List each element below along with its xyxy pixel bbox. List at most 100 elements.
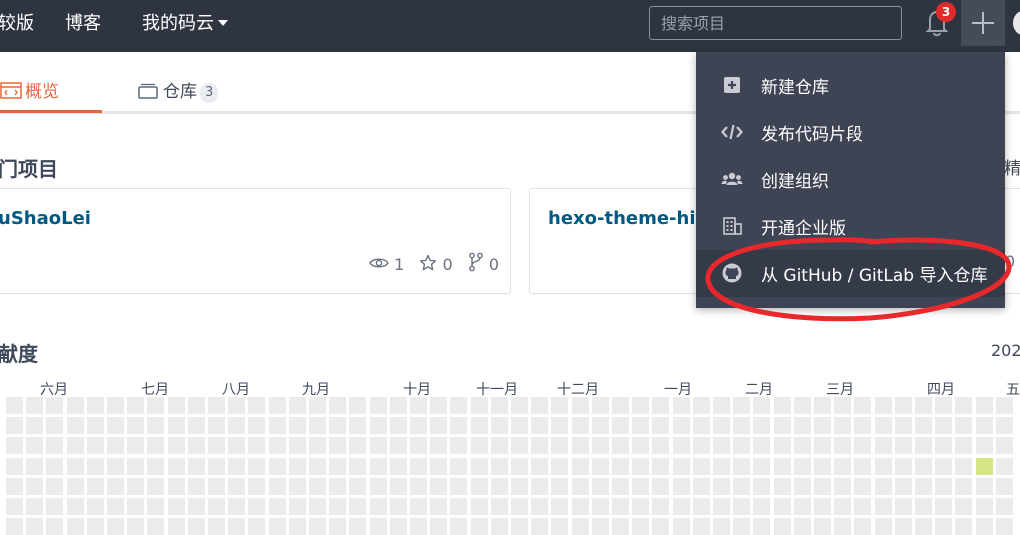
project-card-title[interactable]: hexo-theme-hiy (548, 208, 707, 229)
heatmap-cell (673, 437, 690, 454)
heatmap-cell (491, 478, 508, 495)
heatmap-cell (834, 397, 851, 414)
heatmap-cell (652, 498, 669, 515)
heatmap-cell (168, 518, 185, 535)
menu-item-label: 从 GitHub / GitLab 导入仓库 (761, 266, 988, 286)
search-input[interactable] (649, 6, 902, 40)
heatmap-cell (935, 417, 952, 434)
heatmap-cell (774, 478, 791, 495)
year-selector[interactable]: 202 (991, 341, 1020, 360)
heatmap-cell (410, 478, 427, 495)
forks-count: 0 (488, 255, 500, 274)
heatmap-cell (107, 417, 124, 434)
heatmap-cell (168, 458, 185, 475)
heatmap-cell (895, 498, 912, 515)
heatmap-cell (753, 397, 770, 414)
project-card[interactable] (0, 188, 511, 294)
heatmap-cell (673, 518, 690, 535)
heatmap-cell (612, 518, 629, 535)
menu-item-publish-snippet[interactable]: 发布代码片段 (696, 109, 1005, 156)
heatmap-cell (733, 458, 750, 475)
heatmap-cell (147, 458, 164, 475)
heatmap-cell (733, 397, 750, 414)
nav-item-my-gitee[interactable]: 我的码云 (142, 0, 228, 52)
menu-item-new-repository[interactable]: 新建仓库 (696, 62, 1005, 109)
heatmap-cell (6, 478, 23, 495)
heatmap-cell (6, 437, 23, 454)
create-menu-button[interactable] (961, 0, 1005, 46)
heatmap-cell (471, 458, 488, 475)
nav-item-blog[interactable]: 博客 (65, 0, 101, 52)
heatmap-cell (46, 518, 63, 535)
heatmap-cell (127, 498, 144, 515)
project-card-title[interactable]: uShaoLei (0, 208, 91, 229)
heatmap-cell (652, 397, 669, 414)
heatmap-cell (147, 397, 164, 414)
heatmap-cell (733, 417, 750, 434)
heatmap-cell (248, 417, 265, 434)
avatar[interactable] (1013, 11, 1020, 35)
project-card-stats: 1 0 0 (369, 252, 499, 274)
heatmap-cell (814, 417, 831, 434)
more-link[interactable]: 精 (1004, 154, 1020, 179)
menu-item-import-repository[interactable]: 从 GitHub / GitLab 导入仓库 (696, 250, 1005, 297)
heatmap-cell (127, 397, 144, 414)
tab-overview[interactable]: 概览 (0, 77, 59, 102)
heatmap-cell (794, 498, 811, 515)
heatmap-cell (26, 458, 43, 475)
heatmap-cell (430, 437, 447, 454)
heatmap-cell (147, 417, 164, 434)
heatmap-cell (87, 397, 104, 414)
menu-item-enterprise[interactable]: 开通企业版 (696, 203, 1005, 250)
watchers-count: 1 (394, 255, 405, 274)
heatmap-cell (996, 498, 1013, 515)
heatmap-cell (107, 397, 124, 414)
star-icon[interactable] (419, 254, 437, 272)
heatmap-cell (915, 498, 932, 515)
heatmap-cell (6, 417, 23, 434)
nav-item-enterprise[interactable]: 较版 (0, 0, 34, 52)
month-label: 十二月 (557, 382, 599, 398)
heatmap-cell (572, 478, 589, 495)
heatmap-cell (895, 478, 912, 495)
heatmap-cell (188, 458, 205, 475)
heatmap-cell (996, 478, 1013, 495)
heatmap-cell (895, 518, 912, 535)
heatmap-cell (531, 518, 548, 535)
heatmap-cell (349, 518, 366, 535)
heatmap-cell (370, 518, 387, 535)
heatmap-cell (996, 417, 1013, 434)
heatmap-cell (814, 437, 831, 454)
heatmap-cell (592, 437, 609, 454)
heatmap-cell (531, 478, 548, 495)
heatmap-cell (915, 458, 932, 475)
active-tab-indicator (0, 110, 102, 113)
heatmap-cell (753, 498, 770, 515)
heatmap-cell (854, 498, 871, 515)
heatmap-cell (854, 417, 871, 434)
menu-item-create-organization[interactable]: 创建组织 (696, 156, 1005, 203)
heatmap-cell (673, 458, 690, 475)
heatmap-cell (976, 437, 993, 454)
heatmap-cell (349, 458, 366, 475)
heatmap-cell (188, 518, 205, 535)
heatmap-cell (551, 478, 568, 495)
heatmap-cell (895, 397, 912, 414)
heatmap-cell (713, 417, 730, 434)
heatmap-cell (410, 458, 427, 475)
heatmap-cell (248, 458, 265, 475)
heatmap-cell (450, 458, 467, 475)
heatmap-cell (450, 437, 467, 454)
heatmap-cell (551, 498, 568, 515)
heatmap-cell (531, 397, 548, 414)
fork-icon[interactable] (468, 252, 484, 272)
heatmap-cell (632, 417, 649, 434)
heatmap-cell (935, 478, 952, 495)
heatmap-cell (450, 478, 467, 495)
heatmap-cell (531, 437, 548, 454)
heatmap-cell (87, 458, 104, 475)
tab-repositories[interactable]: 仓库 3 (137, 77, 219, 103)
heatmap-cell (511, 478, 528, 495)
heatmap-cell (834, 478, 851, 495)
heatmap-cell (329, 458, 346, 475)
